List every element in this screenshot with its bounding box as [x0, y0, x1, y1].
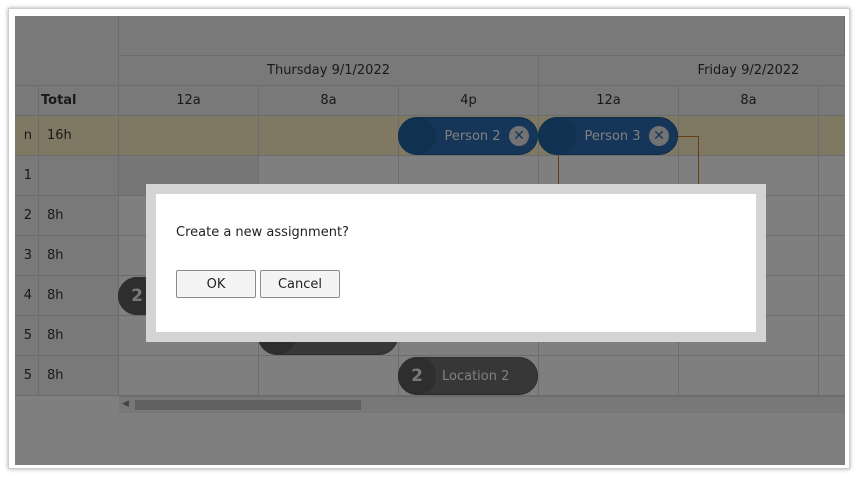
scheduler: Thursday 9/1/2022 Friday 9/2/2022 Total … [15, 16, 845, 465]
ok-button[interactable]: OK [176, 270, 256, 298]
dialog-buttons: OK Cancel [176, 270, 736, 298]
confirm-dialog: Create a new assignment? OK Cancel [156, 194, 756, 332]
cancel-button[interactable]: Cancel [260, 270, 340, 298]
dialog-message: Create a new assignment? [176, 225, 349, 240]
dialog-frame: Create a new assignment? OK Cancel [146, 184, 766, 342]
